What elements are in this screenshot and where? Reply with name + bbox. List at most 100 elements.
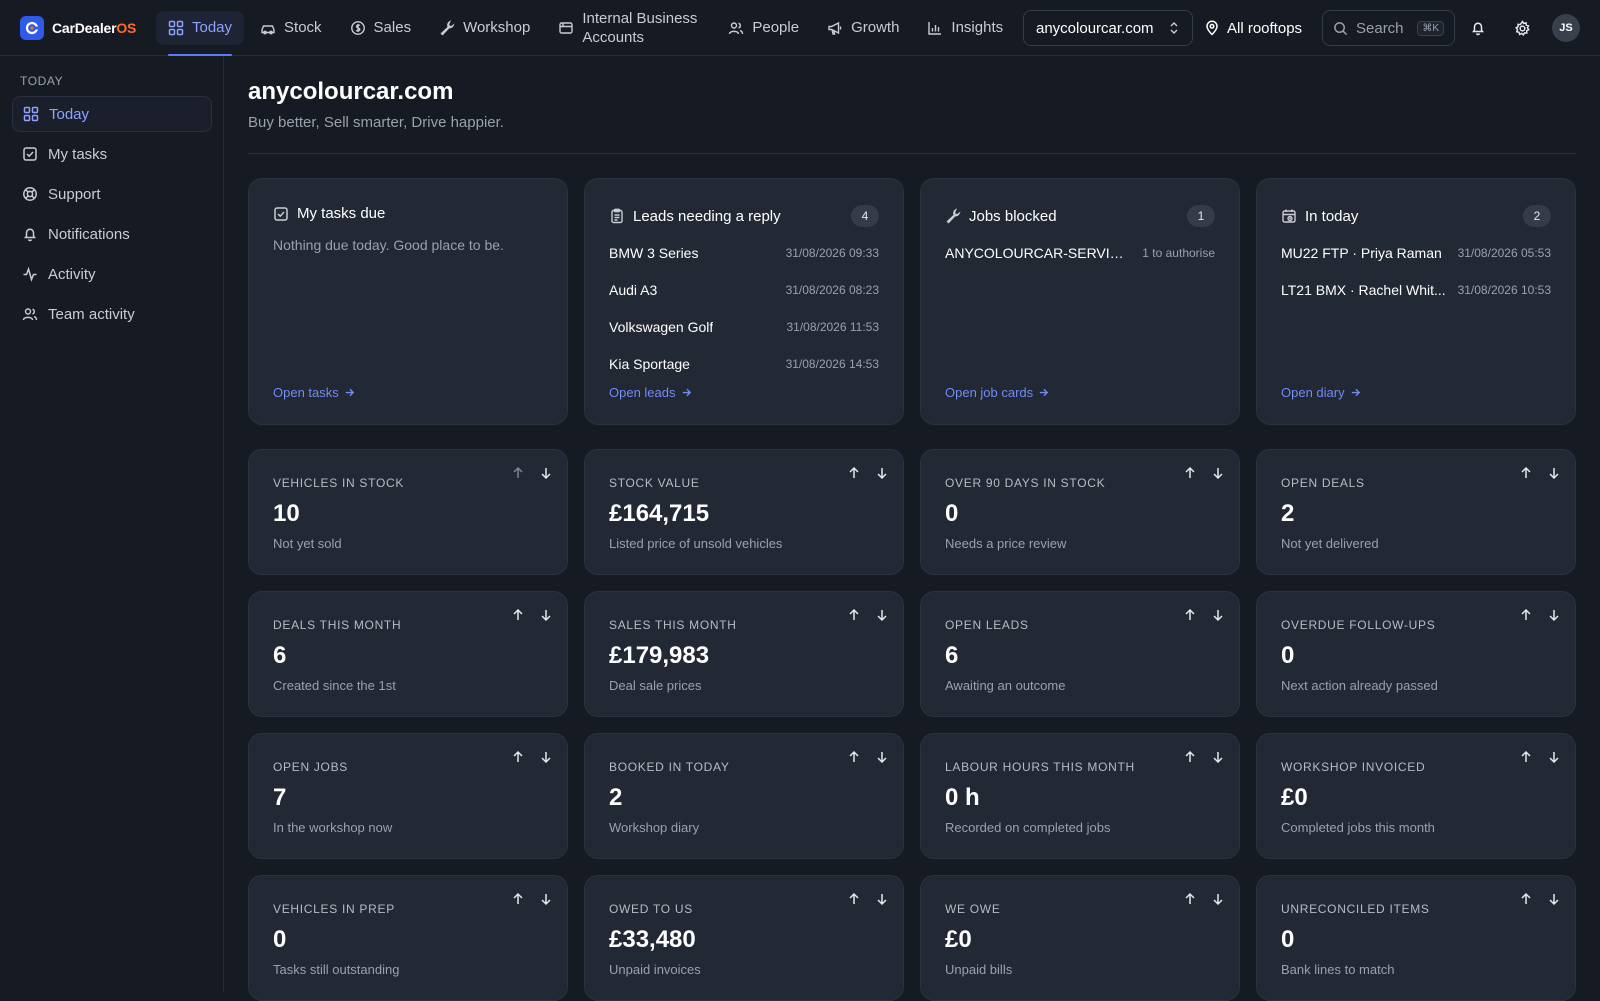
lead-row[interactable]: Kia Sportage 31/08/2026 14:53 [609,354,879,374]
checkbox-icon [23,147,37,161]
stat-card-owed-to-us: OWED TO US £33,480 Unpaid invoices [584,875,904,1001]
arrow-up-icon [847,466,861,480]
arrow-down-icon [875,750,889,764]
move-up-button[interactable] [843,746,865,768]
move-down-button[interactable] [1543,746,1565,768]
stat-card-unreconciled-items: UNRECONCILED ITEMS 0 Bank lines to match [1256,875,1576,1001]
move-up-button[interactable] [507,604,529,626]
sidebar-item-support[interactable]: Support [12,176,212,212]
move-down-button[interactable] [1543,462,1565,484]
nav-tab-today[interactable]: Today [156,10,245,56]
move-up-button[interactable] [1179,888,1201,910]
move-down-button[interactable] [535,604,557,626]
job-row[interactable]: ANYCOLOURCAR-SERVICE... 1 to authorise [945,243,1215,263]
move-up-button[interactable] [843,888,865,910]
sidebar-item-notifications[interactable]: Notifications [12,216,212,252]
count-badge: 4 [851,205,879,227]
move-down-button[interactable] [871,462,893,484]
move-down-button[interactable] [871,746,893,768]
booking-row[interactable]: LT21 BMX · Rachel Whit... 31/08/2026 10:… [1281,280,1551,300]
move-down-button[interactable] [1543,604,1565,626]
nav-tab-workshop[interactable]: Workshop [427,11,542,45]
move-up-button[interactable] [1179,604,1201,626]
stat-value: 2 [609,784,623,811]
move-down-button[interactable] [1207,746,1229,768]
grid-icon [23,106,39,122]
move-down-button[interactable] [535,746,557,768]
stat-label: OPEN JOBS [273,760,348,774]
move-down-button[interactable] [871,888,893,910]
nav-tab-label: Sales [373,19,412,36]
brand[interactable]: CarDealerOS [20,15,144,40]
arrow-down-icon [1211,892,1225,906]
booking-row[interactable]: MU22 FTP · Priya Raman 31/08/2026 05:53 [1281,243,1551,263]
card-title: Leads needing a reply [633,207,781,225]
move-down-button[interactable] [535,462,557,484]
lead-title: Volkswagen Golf [609,319,714,335]
move-down-button[interactable] [1543,888,1565,910]
move-up-button[interactable] [1515,888,1537,910]
move-up-button[interactable] [1515,462,1537,484]
move-up-button[interactable] [507,888,529,910]
lead-row[interactable]: Volkswagen Golf 31/08/2026 11:53 [609,317,879,337]
stat-label: VEHICLES IN PREP [273,902,395,916]
move-down-button[interactable] [1207,462,1229,484]
notifications-button[interactable] [1464,14,1492,42]
stat-subtitle: Tasks still outstanding [273,962,400,977]
move-up-button[interactable] [507,462,529,484]
bell-icon [1472,22,1484,36]
domain-select[interactable]: anycolourcar.com [1023,10,1193,46]
sidebar-item-team-activity[interactable]: Team activity [12,296,212,332]
sidebar-heading: TODAY [20,74,64,88]
open-tasks-link[interactable]: Open tasks [273,385,355,400]
user-avatar[interactable]: JS [1552,14,1580,42]
stat-label: WE OWE [945,902,1001,916]
move-up-button[interactable] [843,462,865,484]
arrow-right-icon [1351,388,1360,397]
lead-row[interactable]: Audi A3 31/08/2026 08:23 [609,280,879,300]
move-down-button[interactable] [1207,604,1229,626]
nav-tab-label: People [752,19,800,36]
sidebar-item-activity[interactable]: Activity [12,256,212,292]
arrow-up-icon [1519,892,1533,906]
move-down-button[interactable] [1207,888,1229,910]
nav-tab-stock[interactable]: Stock [248,11,334,45]
open-leads-link[interactable]: Open leads [609,385,692,400]
rooftops-selector[interactable]: All rooftops [1204,10,1302,46]
stat-label: OWED TO US [609,902,693,916]
settings-button[interactable] [1508,14,1536,42]
search-button[interactable]: Search ⌘K [1322,10,1455,46]
move-up-button[interactable] [1515,604,1537,626]
arrow-down-icon [1547,608,1561,622]
page-title: anycolourcar.com [248,78,454,105]
sidebar-item-today[interactable]: Today [12,96,212,132]
stat-value: £164,715 [609,500,710,527]
lead-row[interactable]: BMW 3 Series 31/08/2026 09:33 [609,243,879,263]
lead-timestamp: 31/08/2026 11:53 [786,320,879,334]
move-up-button[interactable] [1179,746,1201,768]
open-diary-link[interactable]: Open diary [1281,385,1361,400]
open-job-cards-link[interactable]: Open job cards [945,385,1049,400]
stat-card-we-owe: WE OWE £0 Unpaid bills [920,875,1240,1001]
move-up-button[interactable] [843,604,865,626]
bell-icon [24,228,36,242]
stat-value: £0 [1281,784,1308,811]
move-down-button[interactable] [535,888,557,910]
move-down-button[interactable] [871,604,893,626]
sidebar-item-my-tasks[interactable]: My tasks [12,136,212,172]
stat-value: 0 [1281,926,1295,953]
ledger-icon [559,21,574,34]
nav-tab-internal-business-accounts[interactable]: Internal Business Accounts [546,5,712,51]
nav-tab-insights[interactable]: Insights [915,11,1015,45]
arrow-up-icon [1183,892,1197,906]
card-header: Jobs blocked 1 [945,205,1215,227]
top-nav: CarDealerOS Today Stock Sales Workshop I… [0,0,1600,56]
move-up-button[interactable] [1179,462,1201,484]
nav-tab-people[interactable]: People [716,11,811,45]
nav-tab-growth[interactable]: Growth [815,11,911,45]
arrow-up-icon [847,608,861,622]
empty-state-text: Nothing due today. Good place to be. [273,237,504,253]
move-up-button[interactable] [507,746,529,768]
move-up-button[interactable] [1515,746,1537,768]
nav-tab-sales[interactable]: Sales [338,11,424,45]
